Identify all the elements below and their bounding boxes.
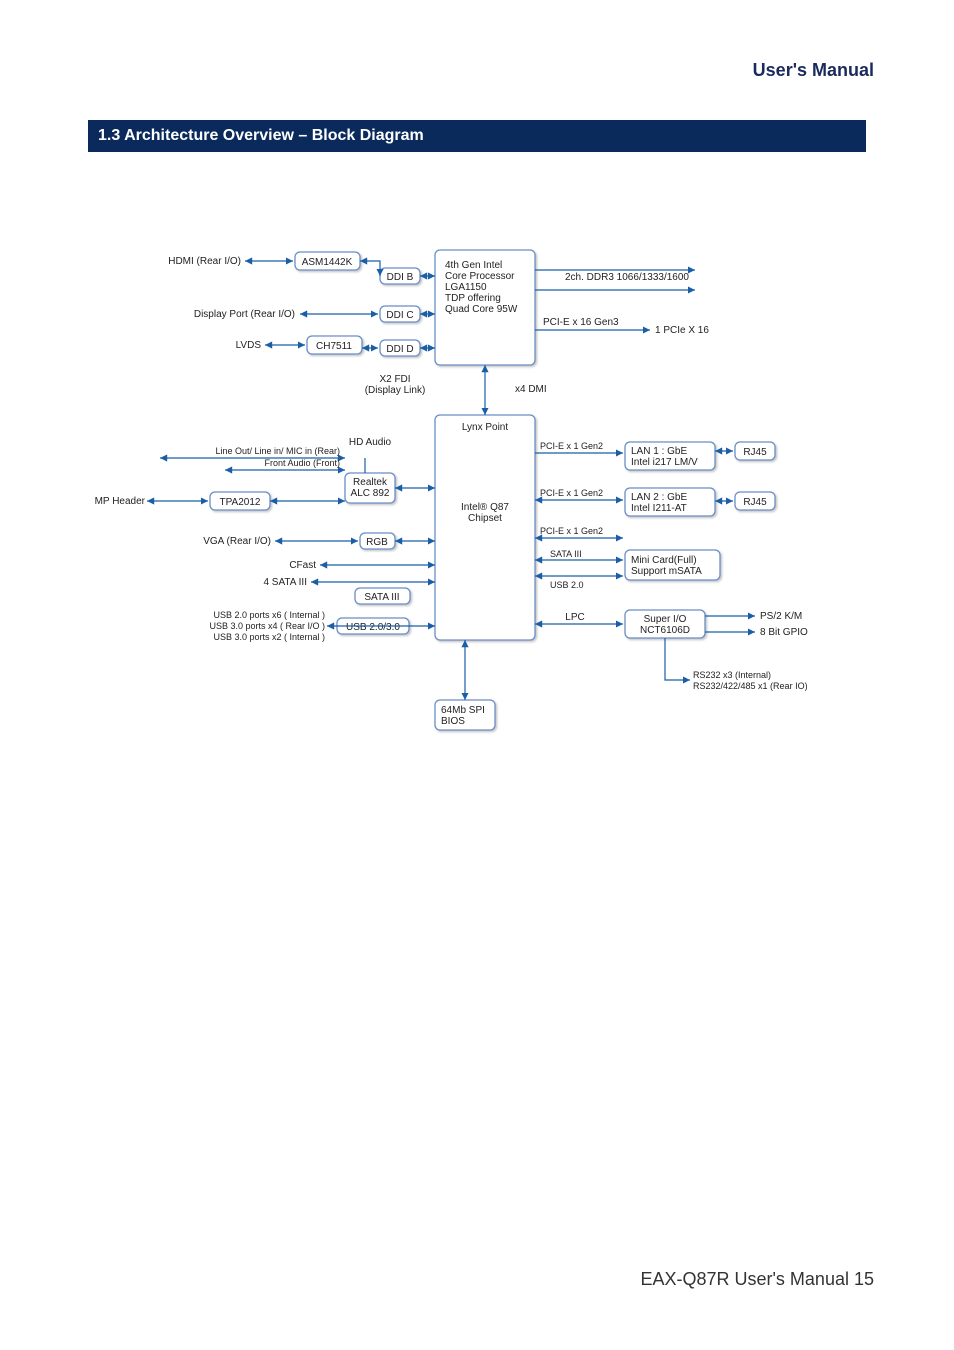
lbl-vga: VGA (Rear I/O) [203, 536, 271, 547]
lbl-pcie1b: PCI-E x 1 Gen2 [540, 488, 603, 498]
ddic-text: DDI C [386, 310, 413, 321]
lbl-usb20-bus: USB 2.0 [550, 580, 584, 590]
lbl-pcie16bus: PCI-E x 16 Gen3 [543, 317, 619, 328]
lbl-ps2: PS/2 K/M [760, 611, 802, 622]
sataiii-text: SATA III [364, 592, 399, 603]
ddid-text: DDI D [386, 344, 413, 355]
lbl-cfast: CFast [289, 560, 316, 571]
rj45b-text: RJ45 [743, 497, 767, 508]
page: User's Manual 1.3 Architecture Overview … [0, 0, 954, 1350]
lbl-ddr3: 2ch. DDR3 1066/1333/1600 [565, 272, 689, 283]
lbl-hdaudio: HD Audio [349, 437, 392, 448]
superio-text: Super I/ONCT6106D [640, 614, 690, 636]
lbl-lpc: LPC [565, 612, 584, 623]
lbl-sata4: 4 SATA III [263, 577, 307, 588]
lbl-dp: Display Port (Rear I/O) [194, 309, 295, 320]
usb2030-text: USB 2.0/3.0 [346, 622, 400, 633]
section-bar: 1.3 Architecture Overview – Block Diagra… [88, 120, 866, 152]
lbl-usbnote: USB 2.0 ports x6 ( Internal )USB 3.0 por… [209, 610, 325, 642]
rgb-text: RGB [366, 537, 388, 548]
realtek-text: RealtekALC 892 [351, 477, 390, 499]
ddib-text: DDI B [387, 272, 414, 283]
lbl-rs: RS232 x3 (Internal)RS232/422/485 x1 (Rea… [693, 670, 808, 691]
asm-text: ASM1442K [302, 257, 353, 268]
rj45a-text: RJ45 [743, 447, 767, 458]
tpa-text: TPA2012 [220, 497, 261, 508]
footer-text: EAX-Q87R User's Manual 15 [640, 1269, 874, 1290]
lbl-pcie16slot: 1 PCIe X 16 [655, 325, 709, 336]
lbl-lynx: Lynx Point [462, 422, 509, 433]
lbl-x2fdi: X2 FDI(Display Link) [365, 374, 426, 396]
lbl-hdmi: HDMI (Rear I/O) [168, 256, 241, 267]
block-diagram: 4th Gen IntelCore ProcessorLGA1150TDP of… [95, 220, 865, 750]
page-title: User's Manual [753, 60, 874, 81]
lbl-gpio: 8 Bit GPIO [760, 627, 808, 638]
lan2-text: LAN 2 : GbEIntel I211-AT [631, 492, 687, 514]
block-chipset [435, 415, 535, 640]
lbl-pcie1c: PCI-E x 1 Gen2 [540, 526, 603, 536]
ch7511-text: CH7511 [316, 341, 352, 352]
lbl-frontaudio: Front Audio (Front) [264, 458, 340, 468]
lbl-pcie1a: PCI-E x 1 Gen2 [540, 441, 603, 451]
lbl-x4dmi: x4 DMI [515, 384, 547, 395]
lbl-lvds: LVDS [236, 340, 262, 351]
lbl-lineout: Line Out/ Line in/ MIC in (Rear) [215, 446, 340, 456]
lbl-sataiii-bus: SATA III [550, 549, 582, 559]
lbl-amp: AMP Header [95, 496, 146, 507]
minicard-text: Mini Card(Full)Support mSATA [631, 555, 702, 577]
